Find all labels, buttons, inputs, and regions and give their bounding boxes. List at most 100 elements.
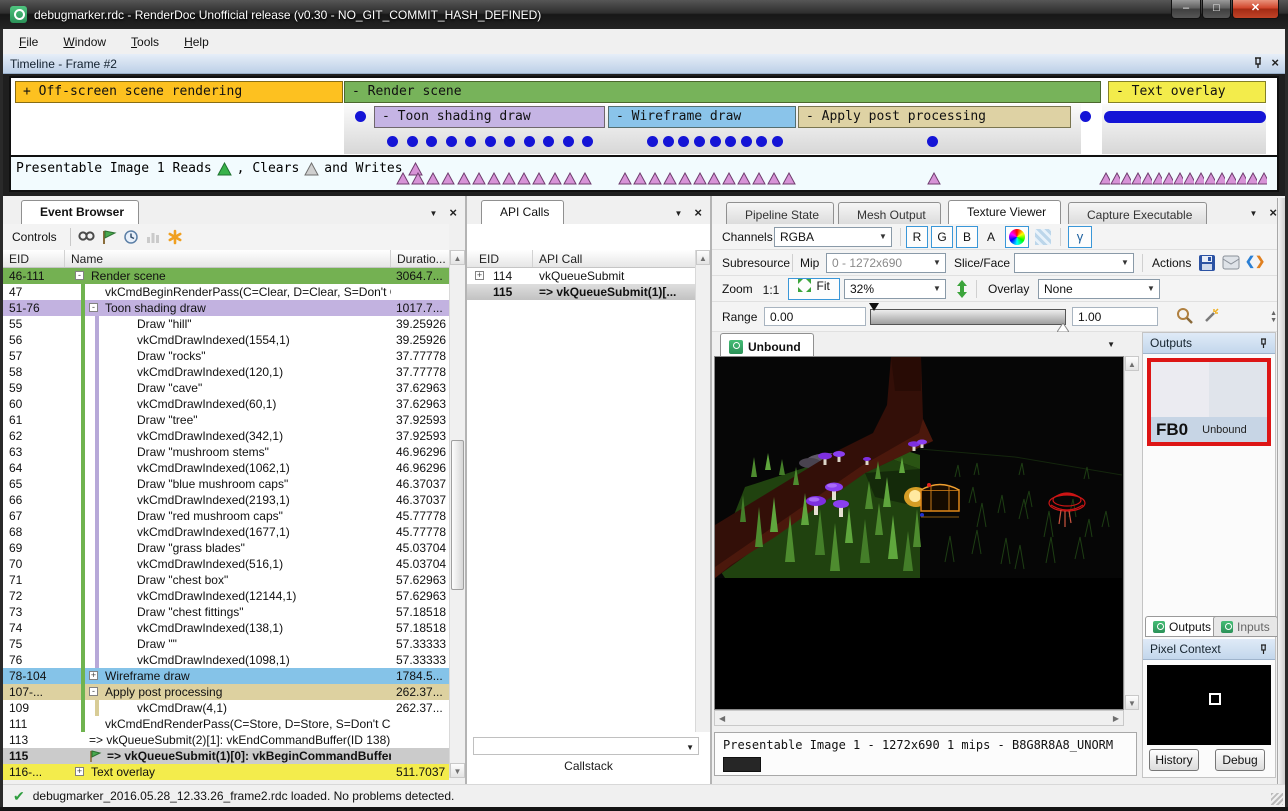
writes-triangle[interactable] xyxy=(927,172,942,185)
menu-help[interactable]: Help xyxy=(175,32,218,52)
event-row[interactable]: 70vkCmdDrawIndexed(516,1)45.03704 xyxy=(3,556,449,572)
range-max-input[interactable]: 1.00 xyxy=(1072,307,1158,326)
event-row[interactable]: 62vkCmdDrawIndexed(342,1)37.92593 xyxy=(3,428,449,444)
event-row[interactable]: 63Draw "mushroom stems"46.96296 xyxy=(3,444,449,460)
tab-mesh-output[interactable]: Mesh Output xyxy=(838,202,941,224)
close-panel-icon[interactable]: × xyxy=(694,206,702,220)
menu-file[interactable]: File xyxy=(10,32,47,52)
event-row[interactable]: 107-...-Apply post processing262.37... xyxy=(3,684,449,700)
fb0-thumbnail[interactable]: FB0 Unbound xyxy=(1147,358,1271,446)
event-row[interactable]: 109vkCmdDraw(4,1)262.37... xyxy=(3,700,449,716)
col-name[interactable]: Name xyxy=(65,250,391,267)
event-row[interactable]: 74vkCmdDrawIndexed(138,1)57.18518 xyxy=(3,620,449,636)
event-row[interactable]: 111vkCmdEndRenderPass(C=Store, D=Store, … xyxy=(3,716,449,732)
scrollbar-thumb[interactable] xyxy=(451,440,464,590)
close-panel-icon[interactable]: × xyxy=(449,206,457,220)
marker-render-scene[interactable]: - Render scene xyxy=(344,81,1101,103)
callstack-combo[interactable]: ▼ xyxy=(473,737,699,755)
event-row[interactable]: 59Draw "cave"37.62963 xyxy=(3,380,449,396)
tab-capture-executable[interactable]: Capture Executable xyxy=(1068,202,1207,224)
save-texture-icon[interactable] xyxy=(1198,254,1216,275)
pixel-context-view[interactable] xyxy=(1147,665,1271,745)
panel-menu-icon[interactable]: ▼ xyxy=(674,209,682,218)
texture-tab-unbound[interactable]: Unbound xyxy=(720,333,814,356)
title-bar[interactable]: debugmarker.rdc - RenderDoc Unofficial r… xyxy=(0,0,1288,29)
writes-triangles-group[interactable] xyxy=(396,172,592,185)
marker-post[interactable]: - Apply post processing xyxy=(798,106,1071,128)
event-row[interactable]: 71Draw "chest box"57.62963 xyxy=(3,572,449,588)
event-row[interactable]: 65Draw "blue mushroom caps"46.37037 xyxy=(3,476,449,492)
marker-toon[interactable]: - Toon shading draw xyxy=(374,106,605,128)
bookmark-icon[interactable] xyxy=(164,227,186,247)
zoom-1to1-button[interactable]: 1:1 xyxy=(758,278,784,300)
event-row[interactable]: 68vkCmdDrawIndexed(1677,1)45.77778 xyxy=(3,524,449,540)
event-row[interactable]: 56vkCmdDrawIndexed(1554,1)39.25926 xyxy=(3,332,449,348)
overlay-combo[interactable]: None▼ xyxy=(1038,279,1160,299)
autofit-wand-icon[interactable] xyxy=(1202,307,1220,328)
close-panel-icon[interactable]: × xyxy=(1269,206,1277,220)
expander-icon[interactable]: - xyxy=(89,687,98,696)
toon-event-dots[interactable] xyxy=(387,136,593,147)
scroll-up-icon[interactable]: ▲ xyxy=(696,250,710,265)
tab-texture-viewer[interactable]: Texture Viewer xyxy=(948,200,1061,224)
api-calls-header[interactable]: EID API Call xyxy=(467,250,695,268)
event-row[interactable]: 55Draw "hill"39.25926 xyxy=(3,316,449,332)
fit-button[interactable]: Fit xyxy=(788,278,840,300)
col-eid[interactable]: EID xyxy=(3,250,65,267)
event-row[interactable]: 116-...+Text overlay511.7037 xyxy=(3,764,449,780)
event-browser-scrollbar[interactable]: ▲ ▼ xyxy=(449,250,465,778)
range-white-handle[interactable] xyxy=(1057,323,1069,332)
zoom-range-icon[interactable] xyxy=(1176,307,1194,328)
pin-icon[interactable] xyxy=(1259,644,1268,655)
event-row[interactable]: 57Draw "rocks"37.77778 xyxy=(3,348,449,364)
sliceface-combo[interactable]: ▼ xyxy=(1014,253,1134,273)
minimize-button[interactable]: – xyxy=(1171,0,1201,19)
flip-y-icon[interactable] xyxy=(956,280,968,301)
close-button[interactable]: ✕ xyxy=(1232,0,1279,19)
mip-combo[interactable]: 0 - 1272x690▼ xyxy=(826,253,946,273)
api-call-row[interactable]: 115=> vkQueueSubmit(1)[... xyxy=(467,284,695,300)
text-overlay-events-bar[interactable] xyxy=(1104,111,1266,123)
event-row[interactable]: 72vkCmdDrawIndexed(12144,1)57.62963 xyxy=(3,588,449,604)
tab-api-calls[interactable]: API Calls xyxy=(481,200,564,224)
event-row[interactable]: 73Draw "chest fittings"57.18518 xyxy=(3,604,449,620)
col-api-call[interactable]: API Call xyxy=(533,250,695,267)
scroll-down-icon[interactable]: ▼ xyxy=(1125,695,1139,710)
panel-menu-icon[interactable]: ▼ xyxy=(429,209,437,218)
texture-display[interactable] xyxy=(714,356,1124,710)
event-row[interactable]: 47vkCmdBeginRenderPass(C=Clear, D=Clear,… xyxy=(3,284,449,300)
pin-icon[interactable] xyxy=(1259,338,1268,349)
event-row[interactable]: 75Draw ""57.33333 xyxy=(3,636,449,652)
range-slider[interactable] xyxy=(870,309,1066,325)
channels-combo[interactable]: RGBA▼ xyxy=(774,227,892,247)
range-black-handle[interactable] xyxy=(869,303,879,311)
api-calls-scrollbar[interactable]: ▲ xyxy=(695,250,710,732)
event-dot[interactable] xyxy=(355,111,366,122)
col-eid[interactable]: EID xyxy=(467,250,533,267)
open-link-icon[interactable] xyxy=(1222,255,1240,273)
gamma-button[interactable]: γ xyxy=(1068,226,1092,248)
event-row[interactable]: 113=> vkQueueSubmit(2)[1]: vkEndCommandB… xyxy=(3,732,449,748)
marker-text-overlay[interactable]: - Text overlay xyxy=(1108,81,1266,103)
wireframe-event-dots[interactable] xyxy=(647,136,783,147)
expander-icon[interactable]: - xyxy=(89,303,98,312)
expander-icon[interactable]: + xyxy=(475,271,484,280)
post-event-dot[interactable] xyxy=(927,136,938,147)
checker-background-button[interactable] xyxy=(1032,226,1054,248)
channel-b-button[interactable]: B xyxy=(956,226,978,248)
event-row[interactable]: 51-76-Toon shading draw1017.7... xyxy=(3,300,449,316)
api-call-row[interactable]: +114vkQueueSubmit xyxy=(467,268,695,284)
expander-icon[interactable]: + xyxy=(75,767,84,776)
event-dot[interactable] xyxy=(1080,111,1091,122)
time-draws-icon[interactable] xyxy=(120,227,142,247)
channel-a-button[interactable]: A xyxy=(981,226,1001,248)
event-row[interactable]: 76vkCmdDrawIndexed(1098,1)57.33333 xyxy=(3,652,449,668)
pin-icon[interactable] xyxy=(1253,57,1263,69)
channel-g-button[interactable]: G xyxy=(931,226,953,248)
tab-inputs[interactable]: Inputs xyxy=(1213,616,1278,637)
event-row[interactable]: 60vkCmdDrawIndexed(60,1)37.62963 xyxy=(3,396,449,412)
event-row[interactable]: 58vkCmdDrawIndexed(120,1)37.77778 xyxy=(3,364,449,380)
close-timeline-icon[interactable]: × xyxy=(1271,56,1279,70)
marker-wireframe[interactable]: - Wireframe draw xyxy=(608,106,796,128)
panel-menu-icon[interactable]: ▼ xyxy=(1249,209,1257,218)
